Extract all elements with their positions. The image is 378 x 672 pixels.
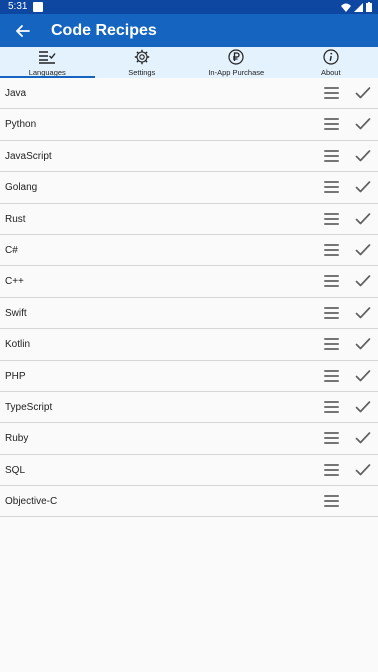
back-button[interactable] xyxy=(10,19,36,43)
language-name: Kotlin xyxy=(5,339,31,351)
drag-handle-icon[interactable] xyxy=(324,181,339,194)
checkmark-icon[interactable] xyxy=(355,212,371,226)
language-name: JavaScript xyxy=(5,150,52,162)
list-item[interactable]: Ruby xyxy=(0,423,378,455)
language-name: PHP xyxy=(5,370,26,382)
drag-handle-icon[interactable] xyxy=(324,400,339,414)
list-item[interactable]: C# xyxy=(0,235,378,267)
tab-languages[interactable]: Languages xyxy=(0,47,95,78)
list-item[interactable]: Python xyxy=(0,109,378,141)
language-name: Python xyxy=(5,119,37,131)
drag-handle-icon[interactable] xyxy=(324,212,339,226)
drag-handle-icon[interactable] xyxy=(324,495,339,508)
checkmark-icon[interactable] xyxy=(355,243,371,257)
list-item[interactable]: Rust xyxy=(0,204,378,235)
wifi-icon xyxy=(341,3,351,12)
back-arrow-icon xyxy=(16,25,30,37)
language-name: Ruby xyxy=(5,433,29,445)
language-name: Rust xyxy=(5,213,26,225)
ruble-coin-icon xyxy=(228,49,244,65)
app-title: Code Recipes xyxy=(51,22,157,39)
drag-handle-icon[interactable] xyxy=(324,275,339,288)
drag-handle-icon[interactable] xyxy=(324,432,339,445)
language-list: Java Python JavaScript Golang Rust C# C++ Swift… xyxy=(0,78,378,518)
checkmark-icon[interactable] xyxy=(355,400,371,414)
language-name: TypeScript xyxy=(5,401,53,413)
drag-handle-icon[interactable] xyxy=(324,118,339,131)
checkmark-icon[interactable] xyxy=(355,180,371,194)
language-name: SQL xyxy=(5,464,26,476)
checkmark-icon[interactable] xyxy=(355,337,371,351)
drag-handle-icon[interactable] xyxy=(324,338,339,351)
checkmark-icon[interactable] xyxy=(355,463,371,477)
tab-label: Languages xyxy=(28,68,66,77)
status-icons xyxy=(341,1,372,13)
tab-in-app-purchase[interactable]: In-App Purchase xyxy=(189,47,284,78)
list-item[interactable]: Kotlin xyxy=(0,329,378,361)
language-name: Golang xyxy=(5,182,38,194)
language-name: Swift xyxy=(5,307,27,319)
drag-handle-icon[interactable] xyxy=(324,463,339,477)
language-name: C# xyxy=(5,244,18,256)
tab-label: Settings xyxy=(128,68,156,77)
list-item[interactable]: Golang xyxy=(0,172,378,204)
checkmark-icon[interactable] xyxy=(355,431,371,445)
list-item[interactable]: Java xyxy=(0,78,378,110)
notification-icon xyxy=(33,2,43,12)
list-check-icon xyxy=(38,49,56,65)
gear-icon xyxy=(134,49,150,65)
status-time: 5:31 xyxy=(8,1,28,12)
list-item[interactable]: SQL xyxy=(0,455,378,487)
tab-label: In-App Purchase xyxy=(208,68,265,77)
language-name: Objective-C xyxy=(5,496,58,508)
tab-about[interactable]: About xyxy=(284,47,378,78)
drag-handle-icon[interactable] xyxy=(324,369,339,383)
signal-icon xyxy=(354,2,363,12)
checkmark-icon[interactable] xyxy=(355,86,371,100)
checkmark-icon[interactable] xyxy=(355,274,371,288)
list-item[interactable]: C++ xyxy=(0,266,378,298)
language-name: C++ xyxy=(5,276,24,288)
drag-handle-icon[interactable] xyxy=(324,149,339,163)
drag-handle-icon[interactable] xyxy=(324,306,339,320)
battery-icon xyxy=(366,2,372,12)
list-item[interactable]: Objective-C xyxy=(0,486,378,518)
checkmark-icon[interactable] xyxy=(355,117,371,131)
tab-settings[interactable]: Settings xyxy=(95,47,190,78)
app-bar: Code Recipes xyxy=(0,14,378,47)
checkmark-icon[interactable] xyxy=(355,306,371,320)
drag-handle-icon[interactable] xyxy=(324,243,339,257)
list-item[interactable]: TypeScript xyxy=(0,392,378,424)
info-icon xyxy=(323,49,339,65)
list-item[interactable]: Swift xyxy=(0,298,378,330)
status-bar: 5:31 xyxy=(0,0,378,14)
checkmark-icon[interactable] xyxy=(355,369,371,383)
list-item[interactable]: PHP xyxy=(0,361,378,392)
drag-handle-icon[interactable] xyxy=(324,87,339,100)
checkmark-icon[interactable] xyxy=(355,149,371,163)
tab-label: About xyxy=(320,68,341,77)
language-name: Java xyxy=(5,88,27,99)
list-item[interactable]: JavaScript xyxy=(0,141,378,173)
tab-bar: Languages Settings In-App Purchase About xyxy=(0,47,378,78)
